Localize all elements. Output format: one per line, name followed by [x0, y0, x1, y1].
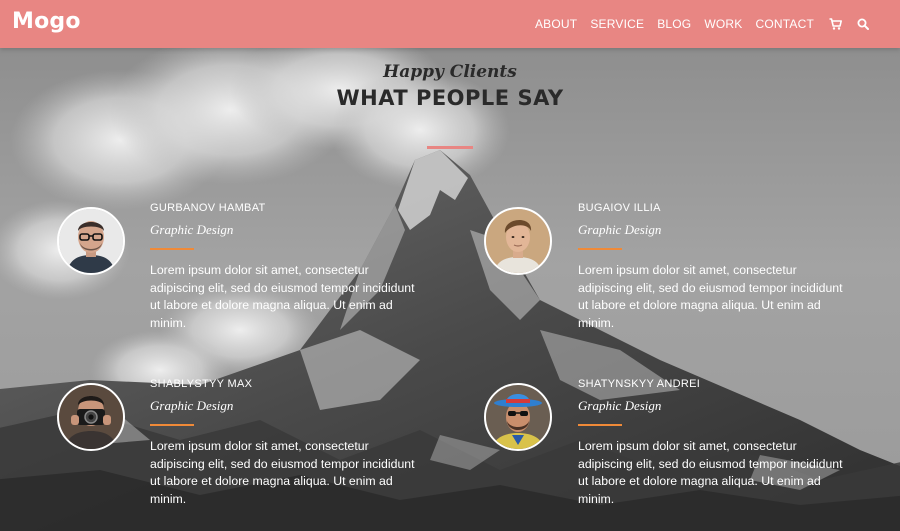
- client-name: GURBANOV HAMBAT: [150, 202, 266, 214]
- nav-link-blog[interactable]: BLOG: [657, 17, 691, 31]
- testimonial-text: Lorem ipsum dolor sit amet, consectetur …: [578, 439, 843, 506]
- client-role: Graphic Design: [578, 398, 662, 413]
- avatar-young-man: [484, 207, 552, 275]
- testimonial-text: Lorem ipsum dolor sit amet, consectetur …: [150, 439, 415, 506]
- client-role: Graphic Design: [150, 398, 234, 413]
- nav-link-work[interactable]: WORK: [704, 17, 742, 31]
- testimonial-body: SHABLYSTYY MAX Graphic Design Lorem ipsu…: [150, 378, 420, 508]
- testimonial-text: Lorem ipsum dolor sit amet, consectetur …: [578, 263, 843, 330]
- avatar-man-glasses: [57, 207, 125, 275]
- search-icon[interactable]: [856, 17, 870, 31]
- client-role: Graphic Design: [578, 222, 662, 237]
- client-name: SHABLYSTYY MAX: [150, 378, 253, 390]
- avatar-man-camera: [57, 383, 125, 451]
- avatar-man-hat: [484, 383, 552, 451]
- site-logo[interactable]: Mogo: [12, 9, 81, 34]
- nav-link-contact[interactable]: CONTACT: [755, 17, 814, 31]
- testimonial-body: SHATYNSKYY ANDREI Graphic Design Lorem i…: [578, 378, 848, 508]
- section-subtitle: Happy Clients: [383, 62, 517, 82]
- accent-divider: [150, 248, 194, 250]
- client-name: BUGAIOV ILLIA: [578, 202, 661, 214]
- testimonial-body: GURBANOV HAMBAT Graphic Design Lorem ips…: [150, 202, 420, 332]
- main-nav: ABOUT SERVICE BLOG WORK CONTACT: [522, 0, 870, 48]
- client-name: SHATYNSKYY ANDREI: [578, 378, 701, 390]
- nav-link-service[interactable]: SERVICE: [590, 17, 644, 31]
- accent-divider: [150, 424, 194, 426]
- section-title: WHAT PEOPLE SAY: [336, 86, 564, 110]
- nav-link-about[interactable]: ABOUT: [535, 17, 577, 31]
- cart-icon[interactable]: [828, 17, 842, 31]
- section-heading: Happy Clients WHAT PEOPLE SAY: [0, 62, 900, 110]
- testimonial-body: BUGAIOV ILLIA Graphic Design Lorem ipsum…: [578, 202, 848, 332]
- site-header: Mogo ABOUT SERVICE BLOG WORK CONTACT: [0, 0, 900, 48]
- title-divider: [427, 146, 473, 149]
- testimonial-text: Lorem ipsum dolor sit amet, consectetur …: [150, 263, 415, 330]
- accent-divider: [578, 424, 622, 426]
- client-role: Graphic Design: [150, 222, 234, 237]
- accent-divider: [578, 248, 622, 250]
